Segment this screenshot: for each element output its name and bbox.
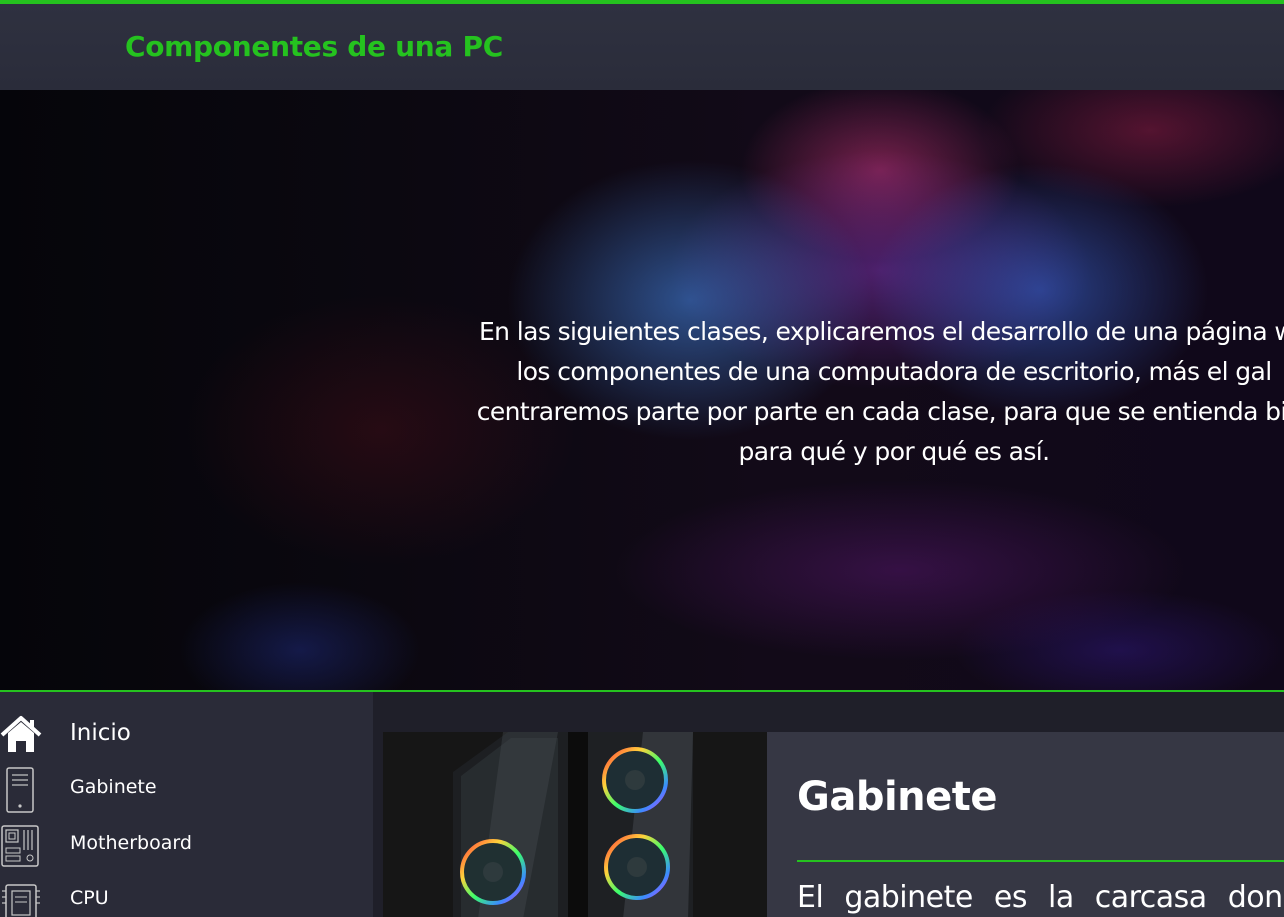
site-header: Componentes de una PC xyxy=(0,0,1284,90)
sidebar-nav: Inicio Gabinete Motherboard CPU xyxy=(0,692,373,917)
card-text: El gabinete es la carcasa donde xyxy=(797,880,1284,915)
hero-banner: En las siguientes clases, explicaremos e… xyxy=(0,90,1284,690)
sidebar-item-gabinete[interactable]: Gabinete xyxy=(0,766,373,814)
card-divider xyxy=(797,860,1284,862)
sidebar-item-motherboard[interactable]: Motherboard xyxy=(0,822,373,870)
hero-text: En las siguientes clases, explicaremos e… xyxy=(380,312,1284,472)
component-card: Gabinete El gabinete es la carcasa donde xyxy=(383,732,1284,917)
card-title: Gabinete xyxy=(797,774,998,820)
sidebar-item-label: CPU xyxy=(70,887,109,909)
sidebar-item-label: Motherboard xyxy=(70,832,192,854)
content-section: Inicio Gabinete Motherboard CPU Gabinete… xyxy=(0,690,1284,917)
pc-tower-icon xyxy=(0,766,44,814)
pc-case-image xyxy=(383,732,767,917)
hero-line: centraremos parte por parte en cada clas… xyxy=(476,397,1284,426)
home-icon xyxy=(0,708,44,756)
card-body: Gabinete El gabinete es la carcasa donde xyxy=(767,732,1284,917)
sidebar-item-inicio[interactable]: Inicio xyxy=(0,708,373,756)
sidebar-item-cpu[interactable]: CPU xyxy=(0,877,373,917)
site-title[interactable]: Componentes de una PC xyxy=(125,30,503,63)
cpu-icon xyxy=(0,877,44,917)
sidebar-item-label: Gabinete xyxy=(70,776,157,798)
hero-line: los componentes de una computadora de es… xyxy=(516,357,1272,386)
hero-line: En las siguientes clases, explicaremos e… xyxy=(478,317,1284,346)
sidebar-item-label: Inicio xyxy=(70,720,131,746)
hero-line: para qué y por qué es así. xyxy=(738,437,1051,466)
motherboard-icon xyxy=(0,822,44,870)
